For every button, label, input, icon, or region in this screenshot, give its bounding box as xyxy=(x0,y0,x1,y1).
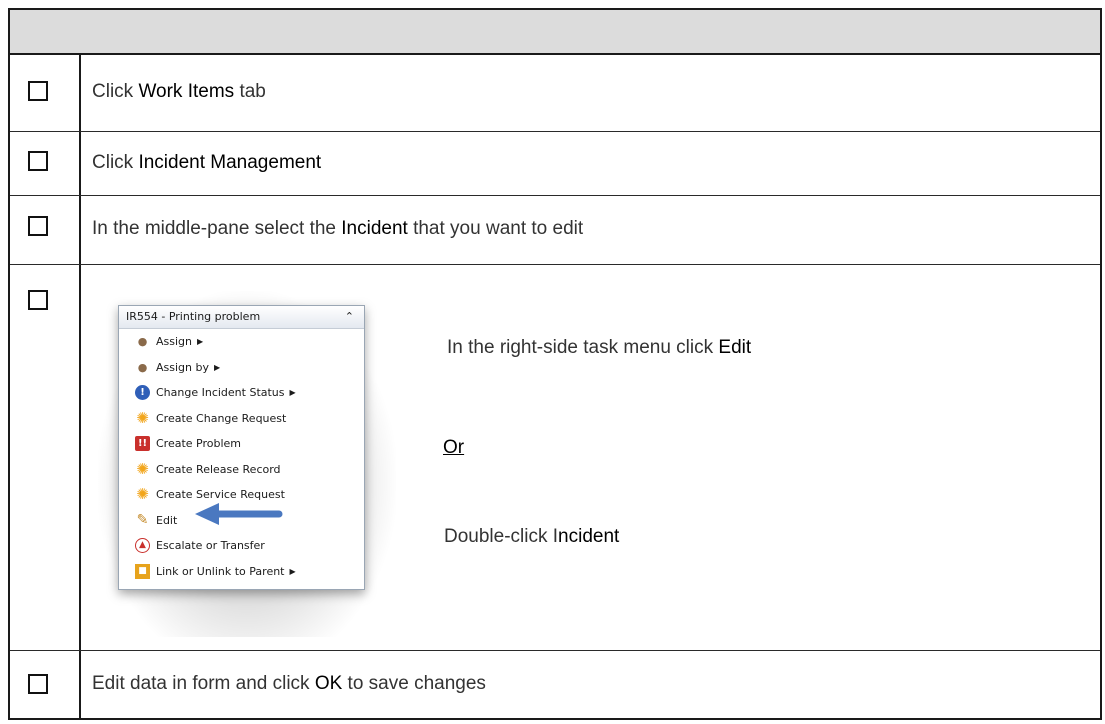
step-text-2: Click Incident Management xyxy=(92,152,322,173)
submenu-arrow-icon: ▶ xyxy=(289,388,296,397)
info-icon: ! xyxy=(135,385,150,401)
or-label: Or xyxy=(443,437,465,458)
instruction-click-edit: In the right-side task menu click Edit xyxy=(447,337,752,358)
link-icon: ■ xyxy=(135,563,150,579)
problem-icon: !! xyxy=(135,436,150,452)
star-icon: ✺ xyxy=(136,408,149,427)
menu-item-create-release-record[interactable]: ✺ Create Release Record xyxy=(119,457,364,483)
table-header xyxy=(10,10,1100,55)
step-row-4: IR554 - Printing problem ⌃ ● Assign ▶ ● Assi… xyxy=(10,265,1100,651)
step-row-1: Click Work Items tab xyxy=(10,55,1100,132)
step-checkbox-4[interactable] xyxy=(28,290,48,310)
submenu-arrow-icon: ▶ xyxy=(289,566,296,576)
chevron-up-icon: ⌃ xyxy=(344,310,354,323)
menu-item-create-problem[interactable]: !! Create Problem xyxy=(119,431,364,457)
step-row-3: In the middle-pane select the Incident t… xyxy=(10,196,1100,265)
menu-item-assign[interactable]: ● Assign ▶ xyxy=(119,329,364,355)
step-text-3: In the middle-pane select the Incident t… xyxy=(92,218,584,239)
star-icon: ✺ xyxy=(136,459,149,478)
pencil-icon: ✎ xyxy=(136,511,149,528)
menu-title: IR554 - Printing problem ⌃ xyxy=(119,306,364,329)
user-icon: ● xyxy=(137,335,148,349)
menu-item-assign-by[interactable]: ● Assign by ▶ xyxy=(119,355,364,381)
task-menu-screenshot: IR554 - Printing problem ⌃ ● Assign ▶ ● Assi… xyxy=(118,305,365,590)
step-text-5: Edit data in form and click OK to save c… xyxy=(92,673,486,694)
star-icon: ✺ xyxy=(136,485,149,504)
step-row-2: Click Incident Management xyxy=(10,132,1100,196)
menu-item-change-status[interactable]: ! Change Incident Status ▶ xyxy=(119,380,364,406)
step-checkbox-2[interactable] xyxy=(28,151,48,171)
submenu-arrow-icon: ▶ xyxy=(197,337,204,346)
instruction-double-click: Double-click Incident xyxy=(444,526,620,547)
pointer-arrow-icon xyxy=(195,503,283,525)
step-checkbox-5[interactable] xyxy=(28,674,48,694)
menu-item-escalate[interactable]: ▲ Escalate or Transfer xyxy=(119,533,364,559)
submenu-arrow-icon: ▶ xyxy=(214,362,221,372)
menu-item-link-unlink[interactable]: ■ Link or Unlink to Parent ▶ xyxy=(119,559,364,585)
step-row-5: Edit data in form and click OK to save c… xyxy=(10,651,1100,718)
user-icon: ● xyxy=(137,360,148,374)
menu-item-create-change-request[interactable]: ✺ Create Change Request xyxy=(119,406,364,432)
checklist-table: Click Work Items tab Click Incident Mana… xyxy=(8,8,1102,720)
step-checkbox-3[interactable] xyxy=(28,216,48,236)
escalate-icon: ▲ xyxy=(135,538,150,554)
step-checkbox-1[interactable] xyxy=(28,81,48,101)
step-text-1: Click Work Items tab xyxy=(92,81,266,102)
